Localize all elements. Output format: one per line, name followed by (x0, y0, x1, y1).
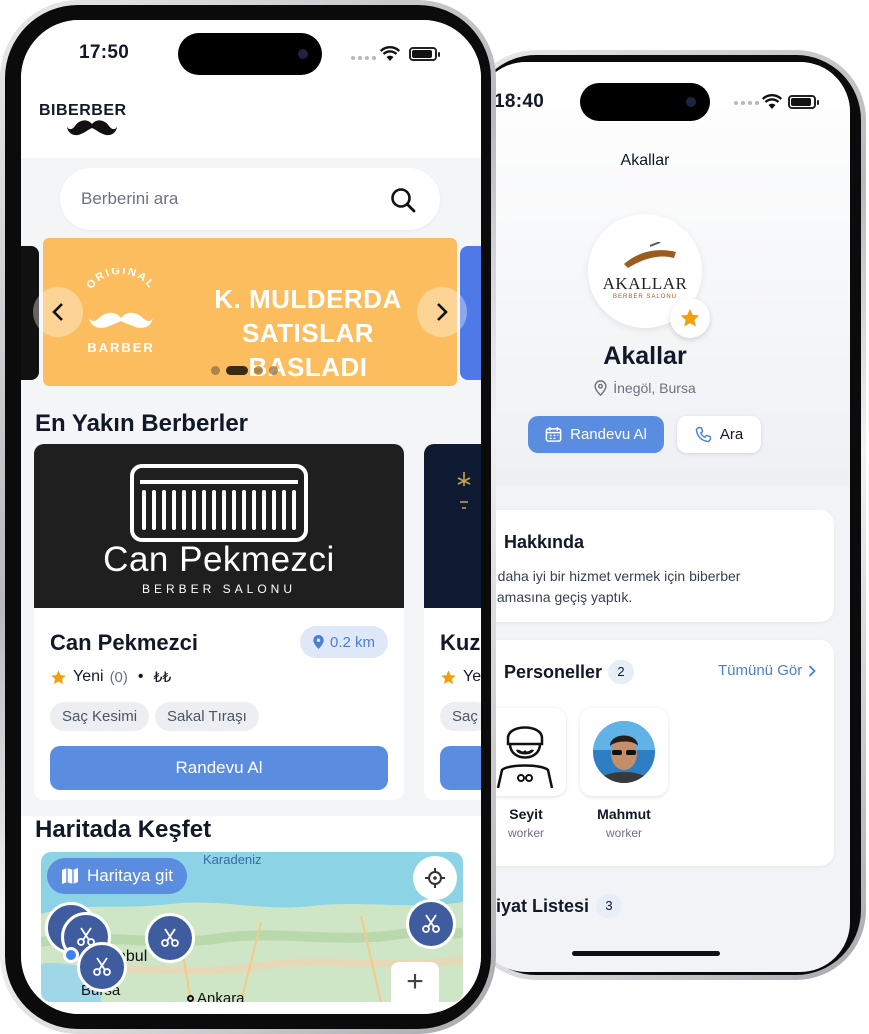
user-location-dot (63, 947, 79, 963)
battery-icon (788, 95, 819, 109)
scissors-icon (93, 957, 111, 976)
battery-icon (409, 47, 440, 61)
scissors-icon (161, 928, 179, 947)
crosshair-icon (425, 868, 445, 888)
section-title-nearest: En Yakın Berberler (35, 410, 248, 437)
shop-rating: Yeni (0) • ₺₺ (50, 668, 171, 686)
service-tags: Saç Kesimi Sakal Tıraşı (50, 702, 259, 731)
barber-avatar-icon (496, 726, 554, 788)
cellular-signal-icon (734, 101, 759, 105)
star-icon (441, 669, 456, 684)
promo-banner[interactable]: ORIGINAL BARBER K. MULDERDA SATISLAR BAS… (43, 238, 457, 386)
calendar-icon (545, 426, 562, 442)
staff-count-badge: 2 (608, 660, 634, 684)
go-to-map-button[interactable]: Haritaya git (47, 858, 187, 894)
about-card: Hakkında e daha iyi bir hizmet vermek iç… (476, 510, 834, 622)
map-label-sea: Karadeniz (203, 852, 262, 867)
scissors-icon (422, 914, 440, 933)
svg-text:BARBER: BARBER (87, 340, 155, 355)
search-input[interactable]: Berberini ara (81, 189, 178, 209)
call-button[interactable]: Ara (677, 416, 761, 453)
shop-detail-screen: 18:40 Akallar AKALLAR BERBER SALONU Akal… (476, 62, 850, 972)
wifi-icon (762, 94, 782, 109)
book-appointment-button[interactable] (440, 746, 481, 790)
staff-card: Personeller 2 Tümünü Gör Seyit worker Ma… (476, 640, 834, 866)
service-tag: Saç (440, 702, 481, 731)
distance-badge: 0.2 km (300, 626, 388, 658)
staff-title: Personeller (504, 662, 603, 682)
service-tag: Sakal Tıraşı (155, 702, 259, 731)
map-pin-icon (313, 635, 324, 649)
page-dot[interactable] (254, 366, 263, 375)
see-all-link[interactable]: Tümünü Gör (718, 662, 816, 679)
dynamic-island (580, 83, 710, 121)
dynamic-island (178, 33, 322, 75)
home-indicator (572, 951, 720, 956)
cellular-signal-icon (351, 56, 376, 60)
status-time: 17:50 (79, 42, 130, 63)
shop-card-image (424, 444, 481, 608)
staff-name: Mahmut (597, 806, 651, 822)
staff-role: worker (507, 826, 544, 840)
banner-prev-button[interactable] (33, 287, 83, 337)
price-level: ₺₺ (153, 668, 172, 685)
page-dot[interactable] (211, 366, 220, 375)
phone-icon (695, 426, 712, 443)
zoom-in-button[interactable]: + (391, 962, 439, 1002)
banner-next-button[interactable] (417, 287, 467, 337)
barber-map-pin[interactable] (145, 913, 195, 963)
staff-role: worker (605, 826, 642, 840)
nav-title: Akallar (620, 152, 670, 169)
page-dot-active[interactable] (226, 366, 248, 375)
chevron-right-icon (809, 664, 816, 677)
map-icon (62, 868, 78, 884)
section-title-map: Haritada Keşfet (35, 816, 212, 843)
shop-card[interactable]: Kuz Ye Saç (424, 444, 481, 800)
search-bar[interactable]: Berberini ara (60, 168, 440, 230)
about-text: e daha iyi bir hizmet vermek için biberb… (486, 568, 741, 605)
chevron-right-icon (437, 303, 448, 321)
staff-name: Seyit (509, 806, 543, 822)
shop-rating: Ye (440, 668, 481, 686)
comb-logo-icon (130, 464, 308, 542)
price-list-title: iyat Listesi (496, 896, 590, 916)
staff-member-mahmut[interactable] (580, 708, 668, 796)
price-count-badge: 3 (596, 894, 622, 918)
shop-card[interactable]: Can Pekmezci BERBER SALONU Can Pekmezci … (34, 444, 404, 800)
book-appointment-button[interactable]: Randevu Al (50, 746, 388, 790)
home-screen: 17:50 BIBERBER Berberini ara ORIGINAL BA… (21, 20, 481, 1014)
service-tags: Saç (440, 702, 481, 731)
book-appointment-button[interactable]: Randevu Al (528, 416, 664, 453)
page-dot[interactable] (269, 366, 278, 375)
map-label-city: Ankara (187, 990, 245, 1002)
barber-map-pin[interactable] (77, 942, 127, 992)
logo-ornament-icon (457, 472, 471, 509)
star-icon (680, 308, 700, 327)
map-pin-icon (594, 380, 607, 396)
star-icon (51, 669, 66, 684)
original-barber-badge: ORIGINAL BARBER (84, 268, 157, 355)
chevron-left-icon (52, 303, 63, 321)
wifi-icon (380, 46, 400, 61)
favorite-badge[interactable] (670, 298, 710, 338)
locate-me-button[interactable] (413, 856, 457, 900)
shop-name: Kuz (440, 630, 481, 655)
about-title: Hakkında (504, 532, 585, 552)
staff-member-seyit[interactable] (486, 708, 566, 796)
shop-name: Can Pekmezci (50, 630, 198, 655)
barber-map-pin[interactable] (406, 899, 456, 949)
razor-icon (624, 242, 676, 268)
status-time: 18:40 (494, 91, 545, 112)
shop-location: İnegöl, Bursa (476, 380, 814, 396)
svg-text:ORIGINAL: ORIGINAL (84, 268, 157, 292)
staff-photo (593, 721, 655, 783)
banner-pagination (211, 366, 278, 375)
shop-card-image: Can Pekmezci BERBER SALONU (34, 444, 404, 608)
mustache-icon (67, 120, 117, 136)
shop-name: Akallar (603, 342, 687, 370)
service-tag: Saç Kesimi (50, 702, 150, 731)
search-icon[interactable] (390, 187, 416, 213)
